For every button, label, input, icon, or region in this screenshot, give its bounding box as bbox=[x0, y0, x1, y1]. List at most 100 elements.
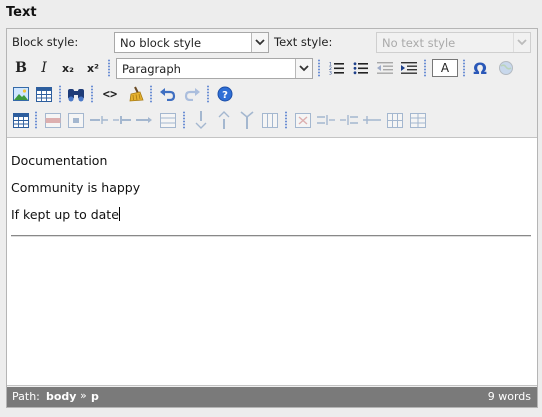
text-caret bbox=[118, 207, 120, 221]
bullet-list-icon bbox=[353, 62, 368, 75]
toolbar-separator bbox=[463, 59, 465, 77]
delete-row-icon bbox=[136, 117, 152, 123]
numbered-list-icon: 1 2 3 bbox=[329, 62, 344, 76]
redo-button[interactable] bbox=[182, 84, 202, 104]
source-code-button[interactable]: <> bbox=[100, 84, 120, 104]
toolbar-separator bbox=[59, 85, 61, 103]
format-select[interactable]: Paragraph bbox=[116, 58, 313, 79]
undo-button[interactable] bbox=[158, 84, 178, 104]
paragraph-3[interactable]: If kept up to date bbox=[11, 207, 120, 222]
row-before-alt-button[interactable] bbox=[316, 110, 336, 130]
paragraph-3-text: If kept up to date bbox=[11, 207, 119, 222]
delete-row-button[interactable] bbox=[135, 110, 155, 130]
bold-button[interactable]: B bbox=[11, 58, 31, 78]
indent-button[interactable] bbox=[399, 58, 419, 78]
paragraph-1[interactable]: Documentation bbox=[11, 153, 107, 168]
table-layout-button[interactable] bbox=[408, 110, 428, 130]
cell-properties-button[interactable] bbox=[66, 110, 86, 130]
cleanup-button[interactable] bbox=[125, 84, 145, 104]
path-crumb-body[interactable]: body bbox=[46, 390, 76, 403]
table-icon bbox=[387, 112, 403, 128]
delete-table-button[interactable] bbox=[293, 110, 313, 130]
insert-col-after-button[interactable] bbox=[214, 110, 234, 130]
editor-content[interactable]: Documentation Community is happy If kept… bbox=[7, 137, 537, 386]
help-button[interactable]: ? bbox=[215, 84, 235, 104]
find-button[interactable] bbox=[66, 84, 86, 104]
toolbar-separator bbox=[35, 111, 37, 129]
chevron-down-icon[interactable] bbox=[251, 33, 268, 52]
arrows-left-icon bbox=[317, 115, 335, 125]
paragraph-2[interactable]: Community is happy bbox=[11, 180, 140, 195]
delete-table-icon bbox=[295, 112, 311, 128]
format-value: Paragraph bbox=[122, 62, 181, 76]
path-crumb-p[interactable]: p bbox=[91, 390, 99, 403]
insert-row-before-button[interactable] bbox=[89, 110, 109, 130]
block-style-select[interactable]: No block style bbox=[114, 32, 269, 53]
row-after-icon bbox=[113, 116, 131, 124]
binoculars-icon bbox=[68, 88, 84, 101]
svg-text:?: ? bbox=[222, 90, 228, 101]
outdent-button[interactable] bbox=[375, 58, 395, 78]
insert-table-button[interactable] bbox=[34, 84, 54, 104]
merge-cells-button[interactable] bbox=[260, 110, 280, 130]
col-before-icon bbox=[195, 111, 207, 129]
code-icon: <> bbox=[102, 87, 118, 101]
text-color-button[interactable]: A bbox=[431, 58, 459, 78]
table-properties-button[interactable] bbox=[11, 110, 31, 130]
insert-image-button[interactable] bbox=[11, 84, 31, 104]
horizontal-rule bbox=[11, 235, 531, 237]
insert-row-after-button[interactable] bbox=[112, 110, 132, 130]
table-row-icon bbox=[45, 112, 61, 128]
arrows-icon bbox=[363, 116, 381, 124]
field-label: Text bbox=[6, 5, 37, 20]
chevron-down-icon[interactable] bbox=[513, 33, 530, 52]
toolbar-separator bbox=[285, 111, 287, 129]
toolbar-separator bbox=[183, 111, 185, 129]
omega-icon: Ω bbox=[473, 58, 487, 78]
text-style-label: Text style: bbox=[274, 35, 333, 49]
word-count: 9 words bbox=[487, 390, 531, 403]
globe-icon bbox=[499, 61, 513, 75]
italic-icon: I bbox=[41, 60, 47, 76]
undo-icon bbox=[160, 88, 176, 101]
toolbar-separator bbox=[108, 59, 110, 77]
table-split-icon bbox=[160, 112, 176, 128]
table-icon bbox=[36, 86, 52, 102]
move-row-button[interactable] bbox=[362, 110, 382, 130]
toolbar-separator bbox=[207, 85, 209, 103]
rich-text-editor: Block style: No block style Text style: … bbox=[6, 28, 538, 408]
broom-icon bbox=[129, 86, 144, 102]
text-color-icon: A bbox=[432, 59, 458, 77]
special-character-button[interactable]: Ω bbox=[470, 58, 490, 78]
text-style-select[interactable]: No text style bbox=[376, 32, 531, 53]
chevron-down-icon[interactable] bbox=[295, 59, 312, 78]
redo-icon bbox=[184, 88, 200, 101]
block-style-label: Block style: bbox=[12, 35, 79, 49]
bullet-list-button[interactable] bbox=[351, 58, 371, 78]
col-after-icon bbox=[218, 111, 230, 129]
help-icon: ? bbox=[217, 86, 233, 102]
superscript-button[interactable]: x² bbox=[83, 58, 103, 78]
table-grid-button[interactable] bbox=[385, 110, 405, 130]
split-cells-button[interactable] bbox=[158, 110, 178, 130]
italic-button[interactable]: I bbox=[34, 58, 54, 78]
insert-col-before-button[interactable] bbox=[191, 110, 211, 130]
subscript-icon: x₂ bbox=[62, 61, 74, 75]
path-label: Path: bbox=[12, 390, 40, 403]
indent-icon bbox=[401, 62, 417, 74]
row-after-alt-button[interactable] bbox=[339, 110, 359, 130]
table-cell-icon bbox=[68, 112, 84, 128]
delete-col-button[interactable] bbox=[237, 110, 257, 130]
spellcheck-button[interactable] bbox=[496, 58, 516, 78]
table-merge-icon bbox=[262, 112, 278, 128]
superscript-icon: x² bbox=[87, 61, 99, 75]
subscript-button[interactable]: x₂ bbox=[58, 58, 78, 78]
table-icon bbox=[13, 112, 29, 128]
row-properties-button[interactable] bbox=[43, 110, 63, 130]
arrows-right-icon bbox=[340, 115, 358, 125]
bold-icon: B bbox=[15, 60, 27, 76]
toolbar-separator bbox=[91, 85, 93, 103]
numbered-list-button[interactable]: 1 2 3 bbox=[327, 58, 347, 78]
text-style-value: No text style bbox=[382, 36, 456, 50]
svg-text:3: 3 bbox=[329, 71, 332, 76]
